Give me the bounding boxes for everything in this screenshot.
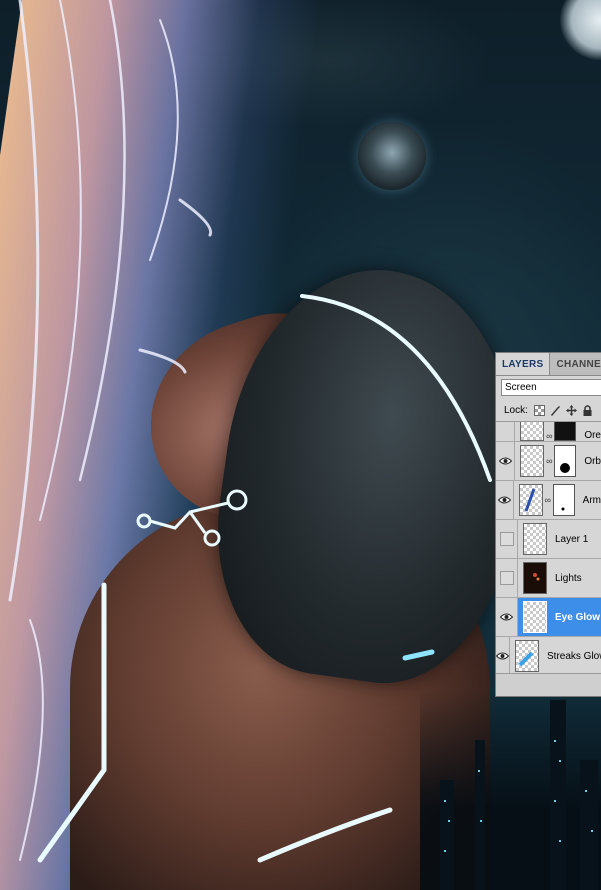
layer-thumbnail [520, 422, 545, 441]
lock-image-icon[interactable] [550, 405, 561, 416]
eye-icon [497, 496, 511, 504]
lock-all-icon[interactable] [582, 404, 593, 416]
layer-list: ∞ Ore ∞ Orb ∞ Arm Layer 1 Lights Eye Glo… [496, 422, 601, 676]
layer-thumbnail [523, 601, 547, 633]
layer-thumbnail [518, 484, 543, 516]
visibility-toggle[interactable] [496, 637, 510, 675]
layer-row[interactable]: Streaks Glow [496, 637, 601, 676]
visibility-toggle[interactable] [496, 422, 516, 441]
layer-thumbnail [520, 445, 545, 477]
layer-row[interactable]: ∞ Arm [496, 481, 601, 520]
layer-row[interactable]: ∞ Ore [496, 422, 601, 442]
visibility-toggle[interactable] [496, 559, 518, 597]
layer-mask-thumbnail [554, 422, 577, 441]
layer-row[interactable]: Lights [496, 559, 601, 598]
link-icon: ∞ [546, 456, 553, 466]
eye-icon [500, 613, 513, 621]
lock-transparent-icon[interactable] [533, 404, 545, 416]
link-icon: ∞ [546, 431, 553, 441]
lock-label: Lock: [504, 404, 528, 416]
lock-row: Lock: [496, 399, 601, 422]
eye-icon [496, 652, 509, 660]
eye-icon [498, 457, 512, 465]
tab-channels[interactable]: CHANNELS [550, 353, 601, 375]
layer-name: Eye Glow [555, 611, 601, 623]
layer-row[interactable]: ∞ Orb [496, 442, 601, 481]
link-icon: ∞ [544, 495, 551, 505]
layer-name: Arm [582, 494, 601, 506]
lock-position-icon[interactable] [565, 404, 577, 416]
layer-mask-thumbnail [554, 445, 577, 477]
blend-mode-select[interactable]: Screen [501, 379, 601, 396]
layer-thumbnail [523, 562, 547, 594]
layers-panel[interactable]: LAYERS CHANNELS Screen Lock: ∞ Ore ∞ [495, 352, 601, 697]
layer-name: Layer 1 [555, 533, 589, 545]
tab-layers[interactable]: LAYERS [496, 353, 551, 375]
panel-footer [496, 673, 601, 696]
layer-row-selected[interactable]: Eye Glow [496, 598, 601, 637]
city-skyline [420, 690, 601, 890]
layer-name: Lights [555, 572, 582, 584]
layer-row[interactable]: Layer 1 [496, 520, 601, 559]
layer-thumbnail [523, 523, 547, 555]
layer-name: Orb [584, 455, 601, 467]
layer-thumbnail [515, 640, 539, 672]
layer-name: Streaks Glow [547, 650, 601, 662]
visibility-toggle[interactable] [496, 598, 518, 636]
visibility-toggle[interactable] [496, 481, 514, 519]
layer-mask-thumbnail [552, 484, 575, 516]
layer-name: Ore [584, 430, 601, 441]
panel-tabs: LAYERS CHANNELS [496, 353, 601, 376]
visibility-toggle[interactable] [496, 520, 518, 558]
visibility-toggle[interactable] [496, 442, 516, 480]
